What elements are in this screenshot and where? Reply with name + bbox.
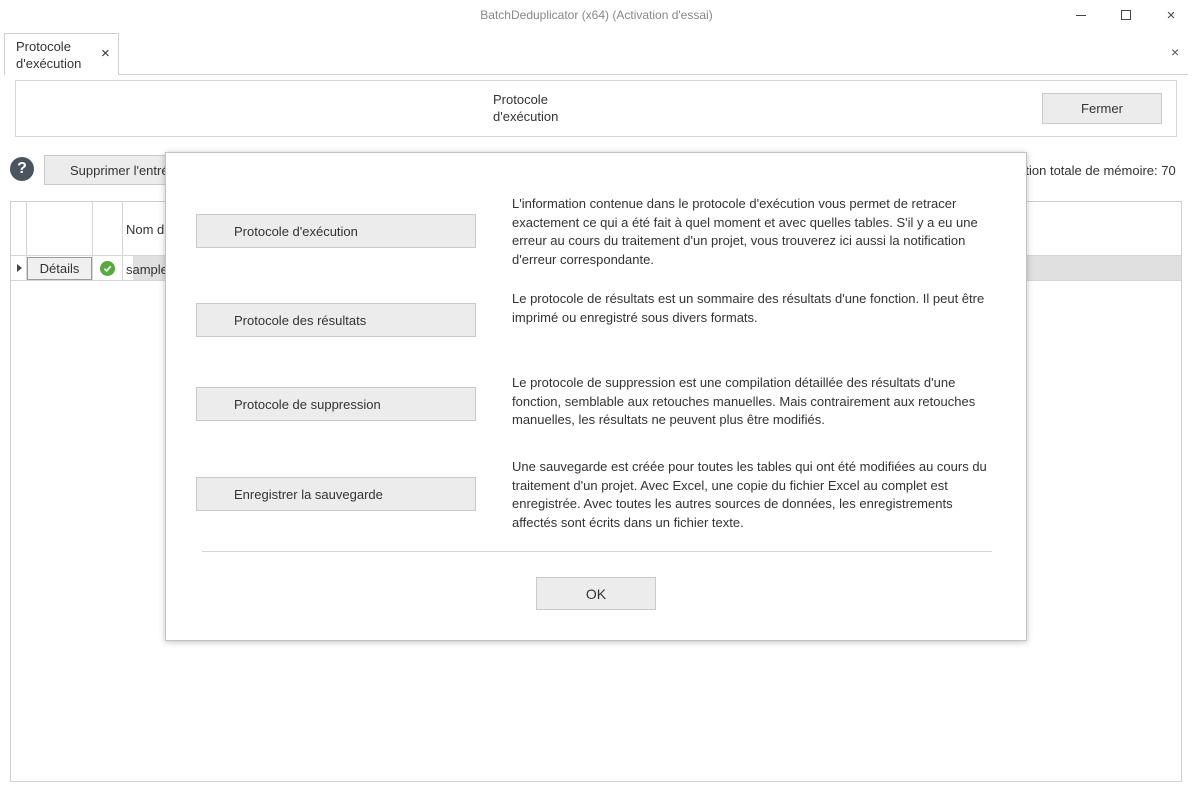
ok-button[interactable]: OK bbox=[536, 577, 656, 610]
results-protocol-description: Le protocole de résultats est un sommair… bbox=[512, 291, 985, 325]
maximize-button[interactable] bbox=[1103, 0, 1149, 30]
tab-label: Protocole d'exécution bbox=[16, 39, 82, 71]
execution-protocol-button[interactable]: Protocole d'exécution bbox=[196, 214, 476, 248]
status-success-icon bbox=[100, 261, 115, 276]
tab-protocole-execution[interactable]: Protocole d'exécution × bbox=[4, 33, 119, 75]
execution-protocol-description: L'information contenue dans le protocole… bbox=[512, 196, 978, 267]
save-backup-description: Une sauvegarde est créée pour toutes les… bbox=[512, 459, 987, 530]
tabstrip-divider bbox=[119, 74, 1188, 75]
row-expand-icon[interactable] bbox=[17, 264, 22, 272]
details-button[interactable]: Détails bbox=[27, 257, 92, 280]
window-title: BatchDeduplicator (x64) (Activation d'es… bbox=[480, 8, 713, 22]
tabstrip-close-icon[interactable]: × bbox=[1171, 44, 1179, 60]
title-bar: BatchDeduplicator (x64) (Activation d'es… bbox=[0, 0, 1193, 30]
header-panel: Protocole d'exécution Fermer bbox=[15, 80, 1177, 137]
close-icon: × bbox=[1166, 6, 1176, 24]
minimize-icon bbox=[1076, 14, 1086, 16]
tab-close-icon[interactable]: × bbox=[101, 45, 110, 62]
close-button[interactable]: Fermer bbox=[1042, 93, 1162, 124]
save-backup-button[interactable]: Enregistrer la sauvegarde bbox=[196, 477, 476, 511]
row-project-name: sample bbox=[126, 262, 168, 277]
grid-column-divider bbox=[122, 202, 123, 281]
help-icon[interactable]: ? bbox=[10, 157, 34, 181]
maximize-icon bbox=[1121, 10, 1131, 20]
grid-column-divider bbox=[92, 202, 93, 281]
results-protocol-button[interactable]: Protocole des résultats bbox=[196, 303, 476, 337]
window-close-button[interactable]: × bbox=[1148, 0, 1193, 30]
protocol-dialog: Protocole d'exécution L'information cont… bbox=[165, 152, 1027, 641]
dialog-divider bbox=[202, 551, 992, 552]
minimize-button[interactable] bbox=[1058, 0, 1104, 30]
deletion-protocol-description: Le protocole de suppression est une comp… bbox=[512, 375, 976, 427]
page-title: Protocole d'exécution bbox=[493, 92, 559, 124]
deletion-protocol-button[interactable]: Protocole de suppression bbox=[196, 387, 476, 421]
